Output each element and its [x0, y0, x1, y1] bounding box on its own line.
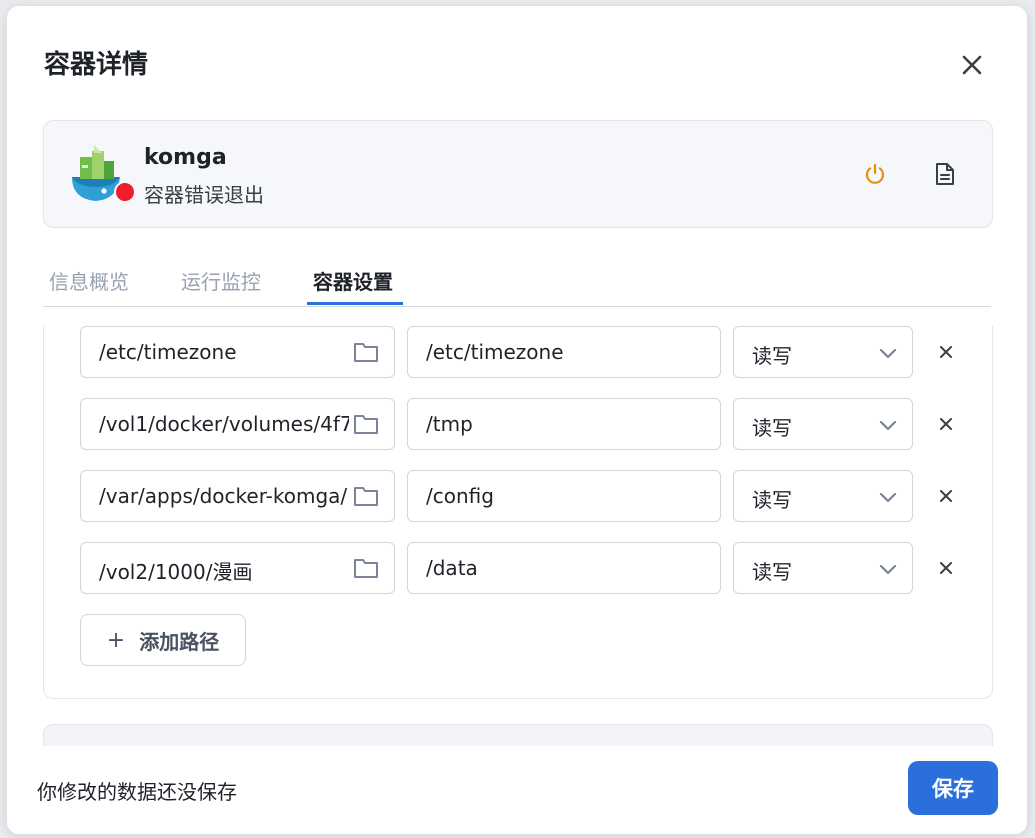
- remove-volume-close-icon[interactable]: [932, 338, 960, 366]
- container-path-value: /etc/timezone: [426, 340, 564, 364]
- host-path-input[interactable]: /var/apps/docker-komga/: [80, 470, 395, 522]
- mount-mode-select[interactable]: 读写: [733, 326, 913, 378]
- log-document-icon[interactable]: [930, 159, 960, 189]
- container-path-value: /config: [426, 484, 494, 508]
- active-tab-indicator: [307, 302, 403, 305]
- tab-container-settings[interactable]: 容器设置: [313, 266, 393, 295]
- host-path-input[interactable]: /vol2/1000/漫画: [80, 542, 395, 594]
- container-name: komga: [144, 145, 227, 170]
- tab-bar: 信息概览 运行监控 容器设置: [43, 260, 991, 307]
- mount-mode-value: 读写: [752, 488, 792, 512]
- volume-settings-panel: /etc/timezone /etc/timezone 读写 /vol1/doc…: [43, 326, 993, 699]
- container-status: 容器错误退出: [144, 183, 264, 207]
- mount-mode-select[interactable]: 读写: [733, 542, 913, 594]
- container-header-card: komga 容器错误退出: [43, 120, 993, 228]
- folder-icon[interactable]: [352, 410, 380, 438]
- host-path-value: /vol2/1000/漫画: [99, 560, 253, 584]
- mount-mode-value: 读写: [752, 416, 792, 440]
- unsaved-changes-note: 你修改的数据还没保存: [37, 780, 237, 804]
- folder-icon[interactable]: [352, 554, 380, 582]
- remove-volume-close-icon[interactable]: [932, 482, 960, 510]
- container-path-input[interactable]: /etc/timezone: [407, 326, 721, 378]
- tab-overview[interactable]: 信息概览: [49, 266, 129, 295]
- power-icon[interactable]: [860, 159, 890, 189]
- volume-row: /etc/timezone /etc/timezone 读写: [80, 326, 960, 380]
- remove-volume-close-icon[interactable]: [932, 410, 960, 438]
- tab-monitoring[interactable]: 运行监控: [181, 266, 261, 295]
- container-details-dialog: 容器详情 komga 容器错误退出 信息概览 运行监控 容器设置 /etc/ti…: [7, 6, 1027, 834]
- chevron-down-icon: [878, 487, 898, 507]
- host-path-value: /var/apps/docker-komga/: [99, 484, 348, 508]
- remove-volume-close-icon[interactable]: [932, 554, 960, 582]
- mount-mode-value: 读写: [752, 344, 792, 368]
- close-icon[interactable]: [957, 50, 987, 80]
- container-path-value: /tmp: [426, 412, 473, 436]
- container-path-input[interactable]: /config: [407, 470, 721, 522]
- plus-icon: +: [106, 627, 126, 653]
- dialog-footer: 你修改的数据还没保存 保存: [7, 746, 1027, 834]
- add-path-label: 添加路径: [139, 629, 220, 654]
- add-path-button[interactable]: + 添加路径: [80, 614, 246, 666]
- folder-icon[interactable]: [352, 482, 380, 510]
- dialog-title: 容器详情: [44, 50, 149, 80]
- mount-mode-value: 读写: [752, 560, 792, 584]
- volume-row: /var/apps/docker-komga/ /config 读写: [80, 470, 960, 524]
- volume-row: /vol2/1000/漫画 /data 读写: [80, 542, 960, 596]
- container-path-input[interactable]: /tmp: [407, 398, 721, 450]
- mount-mode-select[interactable]: 读写: [733, 470, 913, 522]
- mount-mode-select[interactable]: 读写: [733, 398, 913, 450]
- status-indicator-dot: [114, 181, 136, 203]
- container-path-input[interactable]: /data: [407, 542, 721, 594]
- host-path-input[interactable]: /vol1/docker/volumes/4f7: [80, 398, 395, 450]
- chevron-down-icon: [878, 559, 898, 579]
- save-button[interactable]: 保存: [908, 761, 998, 815]
- host-path-value: /etc/timezone: [99, 340, 237, 364]
- chevron-down-icon: [878, 343, 898, 363]
- host-path-value: /vol1/docker/volumes/4f7: [99, 412, 349, 436]
- chevron-down-icon: [878, 415, 898, 435]
- volume-row: /vol1/docker/volumes/4f7 /tmp 读写: [80, 398, 960, 452]
- folder-icon[interactable]: [352, 338, 380, 366]
- host-path-input[interactable]: /etc/timezone: [80, 326, 395, 378]
- container-path-value: /data: [426, 556, 478, 580]
